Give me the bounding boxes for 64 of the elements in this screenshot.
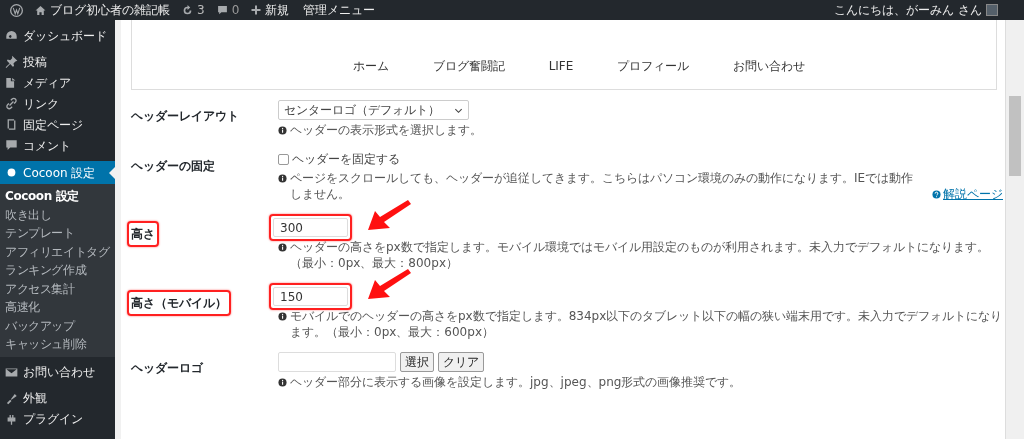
submenu-item[interactable]: Cocoon 設定 bbox=[0, 187, 115, 206]
setting-label: ヘッダーロゴ bbox=[131, 360, 203, 377]
hint-text: ヘッダー部分に表示する画像を設定します。jpg、jpeg、png形式の画像推奨です。 bbox=[290, 374, 742, 390]
height-input[interactable]: 150 bbox=[273, 287, 348, 306]
logo-url-input[interactable] bbox=[278, 352, 396, 372]
sidebar-item[interactable]: メディア bbox=[0, 72, 115, 93]
setting-label: ヘッダーレイアウト bbox=[131, 108, 239, 125]
comment-icon bbox=[216, 4, 228, 16]
sidebar-item[interactable]: プラグイン bbox=[0, 408, 115, 430]
sidebar-item[interactable]: Cocoon 設定 bbox=[0, 161, 115, 184]
greeting-link[interactable]: こんにちは、がーみん さん bbox=[834, 1, 982, 19]
plus-icon bbox=[251, 5, 262, 15]
submenu-item[interactable]: キャッシュ削除 bbox=[0, 335, 115, 354]
info-icon bbox=[278, 174, 287, 183]
refresh-icon bbox=[182, 4, 193, 16]
circle-icon bbox=[5, 166, 18, 179]
submenu-item[interactable]: ランキング作成 bbox=[0, 261, 115, 280]
preview-nav-link[interactable]: プロフィール bbox=[617, 58, 690, 75]
info-icon bbox=[278, 243, 287, 252]
help-icon bbox=[932, 189, 941, 199]
comment-count: 0 bbox=[231, 2, 240, 19]
submenu-item[interactable]: アフィリエイトタグ bbox=[0, 242, 115, 261]
home-icon bbox=[35, 4, 46, 16]
layout-select[interactable]: センターロゴ（デフォルト） bbox=[278, 100, 469, 120]
submenu-item[interactable]: バックアップ bbox=[0, 316, 115, 335]
help-page-link[interactable]: 解説ページ bbox=[932, 186, 1003, 202]
preview-nav-link[interactable]: お問い合わせ bbox=[733, 58, 806, 75]
sidebar-item[interactable]: コメント bbox=[0, 135, 115, 156]
sidebar-item[interactable]: ダッシュボード bbox=[0, 25, 115, 46]
comments-link[interactable]: 0 bbox=[216, 1, 240, 19]
submenu-item[interactable]: 吹き出し bbox=[0, 205, 115, 224]
preview-nav-link[interactable]: ホーム bbox=[352, 58, 389, 75]
info-icon bbox=[278, 126, 287, 135]
avatar bbox=[986, 4, 998, 16]
info-icon bbox=[278, 312, 287, 321]
updates-link[interactable]: 3 bbox=[182, 1, 205, 19]
sidebar-item[interactable]: リンク bbox=[0, 93, 115, 114]
admin-menu-link[interactable]: 管理メニュー bbox=[303, 1, 376, 19]
sidebar-item[interactable]: お問い合わせ bbox=[0, 361, 115, 383]
new-link[interactable]: 新規 bbox=[251, 1, 290, 19]
submenu-item[interactable]: 高速化 bbox=[0, 298, 115, 317]
sidebar-item[interactable]: 投稿 bbox=[0, 51, 115, 72]
submenu-item[interactable]: アクセス集計 bbox=[0, 279, 115, 298]
preview-nav-link[interactable]: ブログ奮闘記 bbox=[432, 58, 505, 75]
update-count: 3 bbox=[197, 2, 205, 19]
height-input[interactable]: 300 bbox=[273, 218, 348, 237]
logo-button[interactable]: 選択 bbox=[400, 352, 434, 372]
sidebar-item[interactable]: 外観 bbox=[0, 387, 115, 409]
hint-text: ページをスクロールしても、ヘッダーが追従してきます。こちらはパソコン環境のみの動作になります。IEでは動作しません。 bbox=[290, 170, 915, 202]
new-label: 新規 bbox=[265, 2, 290, 19]
hint-text: ヘッダーの表示形式を選択します。 bbox=[290, 122, 482, 138]
setting-label: 高さ bbox=[127, 221, 159, 247]
wordpress-logo-icon bbox=[10, 3, 23, 17]
info-icon bbox=[278, 378, 287, 387]
setting-label: ヘッダーの固定 bbox=[131, 158, 215, 175]
hint-text: ヘッダーの高さをpx数で指定します。モバイル環境ではモバイル用設定のものが利用されます。未入力でデフォルトになります。（最小：0px、最大：800px） bbox=[290, 239, 990, 271]
sidebar-item[interactable]: 固定ページ bbox=[0, 114, 115, 135]
site-name-link[interactable]: ブログ初心者の雑記帳 bbox=[35, 1, 170, 19]
preview-nav-link[interactable]: LIFE bbox=[548, 58, 574, 75]
setting-label: 高さ（モバイル） bbox=[127, 290, 231, 316]
fixed-header-checkbox[interactable]: ヘッダーを固定する bbox=[278, 150, 400, 168]
submenu-item[interactable]: テンプレート bbox=[0, 224, 115, 243]
hint-text: モバイルでのヘッダーの高さをpx数で指定します。834px以下のタブレット以下の幅の狭い端末用です。未入力でデフォルトになります。（最小：0px、最大：600px） bbox=[290, 308, 1003, 340]
logo-button[interactable]: クリア bbox=[438, 352, 484, 372]
